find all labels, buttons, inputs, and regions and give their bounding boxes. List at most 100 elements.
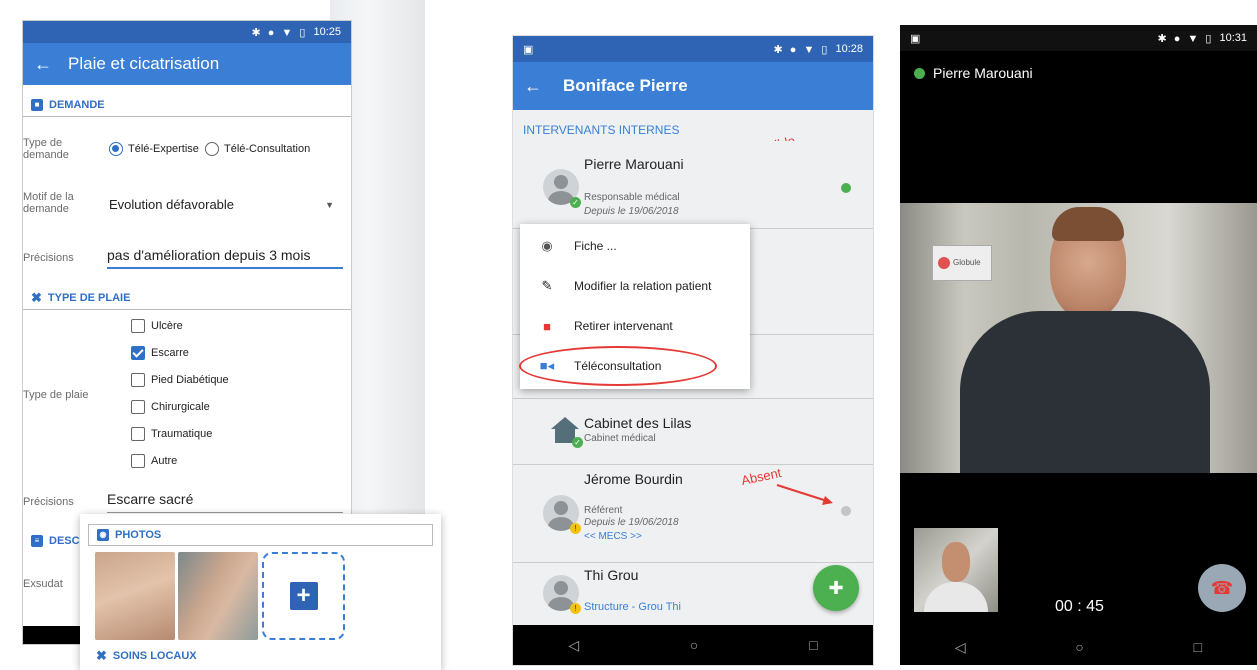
menu-item-label: Retirer intervenant — [574, 319, 673, 333]
checkbox-item[interactable]: Ulcère — [131, 319, 183, 333]
check-badge-icon: ✓ — [572, 437, 583, 448]
bandage-icon: ✖ — [96, 648, 107, 663]
photo-thumbnail-1[interactable] — [95, 552, 175, 640]
back-arrow-icon[interactable]: ← — [513, 76, 553, 97]
person-name: Thi Grou — [584, 567, 639, 583]
photos-header: ◉ PHOTOS — [88, 524, 433, 546]
motif-value: Evolution défavorable — [109, 197, 235, 212]
type-demande-label: Type de demande — [23, 137, 69, 161]
checkbox-empty-icon — [131, 400, 145, 414]
person-since: Depuis le 19/06/2018 — [584, 206, 679, 217]
local-person-head — [942, 542, 970, 582]
warning-badge-icon: ! — [570, 603, 581, 614]
exsudat-label: Exsudat — [23, 578, 63, 590]
nav-back-icon[interactable]: ◁ — [955, 639, 966, 656]
status-bar: ▣ ✱ ● ▼ ▯ 10:28 — [513, 36, 873, 62]
add-person-icon: ✚ — [828, 578, 844, 598]
section-title: INTERVENANTS INTERNES — [523, 123, 680, 137]
add-photo-icon: + — [289, 582, 318, 610]
status-icons: ✱ ● ▼ ▯ — [1157, 32, 1214, 45]
motif-label: Motif de la demande — [23, 191, 74, 215]
person-icon: ■ — [31, 98, 43, 111]
sign-text: Globule — [953, 258, 981, 267]
radio-tele-consultation[interactable]: Télé-Consultation — [205, 142, 310, 156]
checkbox-item[interactable]: Pied Diabétique — [131, 373, 229, 387]
bandage-icon: ✖ — [31, 289, 42, 305]
checkbox-empty-icon — [131, 373, 145, 387]
nav-recents-icon[interactable]: □ — [809, 637, 817, 653]
local-video-thumbnail[interactable] — [914, 528, 998, 612]
checkbox-item[interactable]: Escarre — [131, 346, 189, 360]
precisions2-value: Escarre sacré — [107, 491, 194, 507]
highlight-ellipse — [519, 346, 717, 386]
photos-card: ◉ PHOTOS + ✖ SOINS LOCAUX — [80, 514, 441, 670]
phone-videocall: ▣ ✱ ● ▼ ▯ 10:31 Pierre Marouani Globule … — [900, 25, 1257, 665]
checkbox-label: Ulcère — [151, 320, 183, 332]
precisions-value: pas d'amélioration depuis 3 mois — [107, 247, 311, 263]
available-status-dot — [841, 183, 851, 193]
menu-item-fiche[interactable]: ◉ Fiche ... — [520, 226, 750, 266]
checkbox-label: Traumatique — [151, 428, 213, 440]
camera-icon: ◉ — [97, 529, 109, 541]
list-item-jerome[interactable]: ! Jérome Bourdin Référent Depuis le 19/0… — [513, 465, 873, 563]
dropdown-arrow-icon: ▼ — [325, 200, 334, 210]
checkbox-item[interactable]: Autre — [131, 454, 177, 468]
remote-video: Globule — [900, 203, 1257, 473]
online-status-dot — [914, 67, 925, 79]
checkbox-checked-icon — [131, 346, 145, 360]
list-item-pierre[interactable]: ✓ Pierre Marouani Responsable médical De… — [513, 141, 873, 229]
check-badge-icon: ✓ — [570, 197, 581, 208]
page-title: Plaie et cicatrisation — [68, 54, 220, 73]
cabinet-name: Cabinet des Lilas — [584, 415, 692, 431]
phone-hangup-icon: ☎ — [1210, 578, 1234, 598]
sign-dot — [938, 257, 950, 269]
image-notification-icon: ▣ — [523, 43, 534, 56]
checkbox-empty-icon — [131, 427, 145, 441]
add-photo-button[interactable]: + — [262, 552, 345, 640]
nav-home-icon[interactable]: ○ — [690, 637, 698, 653]
precisions2-input[interactable]: Escarre sacré — [107, 491, 343, 513]
structure-link[interactable]: Structure - Grou Thi — [584, 601, 681, 613]
nav-bar: ◁ ○ □ — [513, 625, 873, 665]
person-since: Depuis le 19/06/2018 — [584, 517, 679, 528]
checkbox-item[interactable]: Traumatique — [131, 427, 212, 441]
nav-home-icon[interactable]: ○ — [1075, 639, 1083, 655]
status-icons: ✱ ● ▼ ▯ — [773, 43, 830, 56]
menu-item-label: Fiche ... — [574, 239, 617, 253]
section-title: TYPE DE PLAIE — [47, 291, 131, 304]
person-body — [960, 311, 1210, 473]
section-title: PHOTOS — [115, 529, 162, 541]
nav-back-icon[interactable]: ◁ — [568, 637, 579, 654]
motif-select[interactable]: Evolution défavorable ▼ — [109, 197, 334, 212]
radio-off-icon — [205, 142, 219, 156]
precisions-input[interactable]: pas d'amélioration depuis 3 mois — [107, 247, 343, 269]
caller-name: Pierre Marouani — [933, 65, 1033, 81]
status-time: 10:25 — [313, 26, 341, 38]
menu-item-modifier[interactable]: ✎ Modifier la relation patient — [520, 266, 750, 306]
checkbox-label: Autre — [151, 455, 178, 467]
person-role: Responsable médical — [584, 192, 680, 203]
checkbox-empty-icon — [131, 454, 145, 468]
status-icons: ✱ ● ▼ ▯ — [251, 26, 308, 39]
section-title: DEMANDE — [49, 98, 105, 111]
trash-icon: ■ — [543, 318, 551, 334]
mecs-link[interactable]: << MECS >> — [584, 531, 642, 542]
eye-icon: ◉ — [541, 238, 553, 253]
precisions-label: Précisions — [23, 252, 74, 264]
menu-item-retirer[interactable]: ■ Retirer intervenant — [520, 306, 750, 346]
image-notification-icon: ▣ — [910, 32, 921, 45]
radio-tele-expertise[interactable]: Télé-Expertise — [109, 142, 199, 156]
add-person-button[interactable]: ✚ — [813, 565, 859, 611]
caller-info: Pierre Marouani — [914, 65, 1033, 81]
photo-thumbnail-2[interactable] — [178, 552, 258, 640]
back-arrow-icon[interactable]: ← — [23, 54, 63, 75]
local-person-body — [924, 582, 988, 612]
list-item-cabinet[interactable]: ✓ Cabinet des Lilas Cabinet médical — [513, 399, 873, 465]
soins-locaux-header: ✖ SOINS LOCAUX — [88, 646, 441, 666]
hangup-button[interactable]: ☎ — [1198, 564, 1246, 612]
call-timer: 00 : 45 — [1055, 598, 1104, 615]
nav-bar: ◁ ○ □ — [900, 625, 1257, 665]
nav-recents-icon[interactable]: □ — [1194, 639, 1202, 655]
checkbox-item[interactable]: Chirurgicale — [131, 400, 210, 414]
absent-status-dot — [841, 506, 851, 516]
